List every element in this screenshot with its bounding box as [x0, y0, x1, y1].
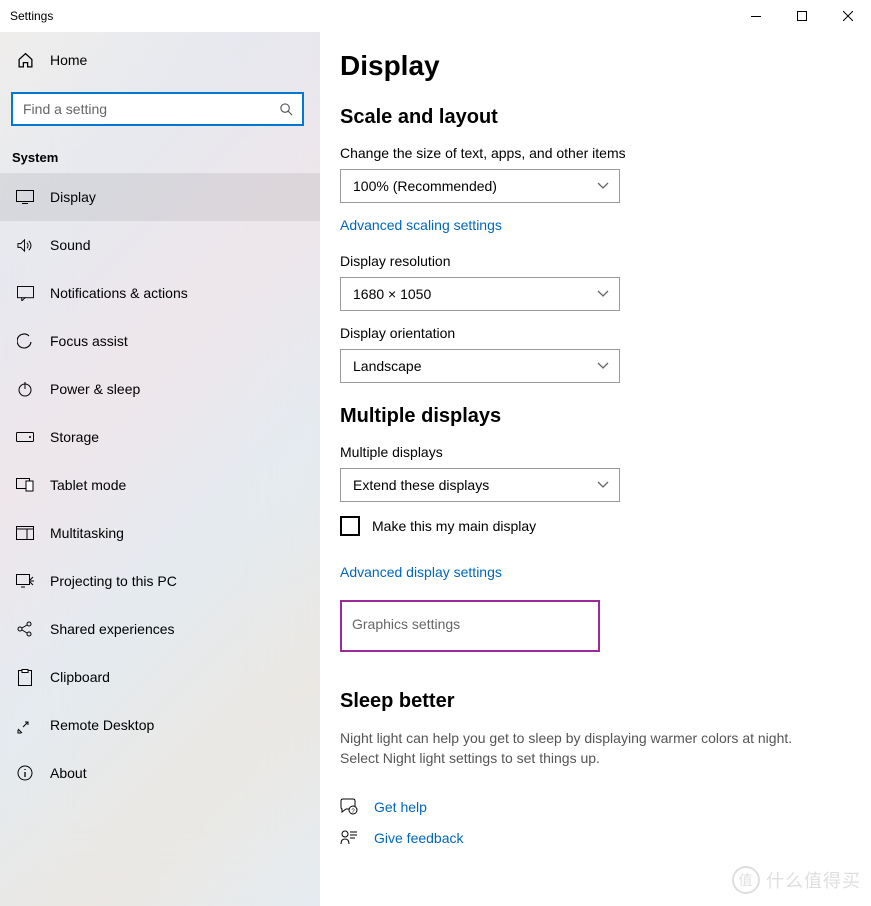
nav-multitasking[interactable]: Multitasking: [0, 509, 320, 557]
window-title: Settings: [10, 9, 53, 23]
nav-tablet-mode[interactable]: Tablet mode: [0, 461, 320, 509]
notifications-icon: [16, 284, 34, 302]
scale-value: 100% (Recommended): [353, 178, 497, 194]
nav-shared-experiences[interactable]: Shared experiences: [0, 605, 320, 653]
main-display-label: Make this my main display: [372, 518, 536, 534]
search-icon: [279, 102, 294, 117]
give-feedback-link[interactable]: Give feedback: [374, 830, 464, 846]
graphics-settings-highlight[interactable]: Graphics settings: [340, 600, 600, 652]
scale-heading: Scale and layout: [340, 106, 871, 129]
orientation-value: Landscape: [353, 358, 422, 374]
nav-focus-assist[interactable]: Focus assist: [0, 317, 320, 365]
nav-power-sleep[interactable]: Power & sleep: [0, 365, 320, 413]
search-input[interactable]: [11, 92, 304, 126]
remote-desktop-icon: [16, 716, 34, 734]
orientation-dropdown[interactable]: Landscape: [340, 349, 620, 383]
sleep-heading: Sleep better: [340, 690, 871, 713]
home-button[interactable]: Home: [0, 40, 320, 80]
maximize-button[interactable]: [779, 0, 825, 32]
chevron-down-icon: [597, 362, 609, 370]
watermark-badge-icon: 值: [732, 866, 760, 894]
main-content: Display Scale and layout Change the size…: [320, 32, 871, 906]
sound-icon: [16, 236, 34, 254]
close-button[interactable]: [825, 0, 871, 32]
main-display-checkbox[interactable]: [340, 516, 360, 536]
sleep-body: Night light can help you get to sleep by…: [340, 729, 820, 768]
home-icon: [16, 52, 34, 69]
orientation-label: Display orientation: [340, 325, 871, 341]
nav-display[interactable]: Display: [0, 173, 320, 221]
nav-remote-desktop[interactable]: Remote Desktop: [0, 701, 320, 749]
multi-value: Extend these displays: [353, 477, 489, 493]
power-icon: [16, 380, 34, 398]
advanced-scaling-link[interactable]: Advanced scaling settings: [340, 217, 871, 233]
sidebar: Home System Display Sound Notifications …: [0, 32, 320, 906]
scale-dropdown[interactable]: 100% (Recommended): [340, 169, 620, 203]
advanced-display-link[interactable]: Advanced display settings: [340, 564, 871, 580]
category-header: System: [0, 140, 320, 173]
chevron-down-icon: [597, 481, 609, 489]
nav-about[interactable]: About: [0, 749, 320, 797]
page-title: Display: [340, 50, 871, 82]
get-help-icon: ?: [340, 798, 360, 816]
get-help-link[interactable]: Get help: [374, 799, 427, 815]
multi-heading: Multiple displays: [340, 405, 871, 428]
chevron-down-icon: [597, 290, 609, 298]
multi-label: Multiple displays: [340, 444, 871, 460]
titlebar: Settings: [0, 0, 871, 32]
nav-sound[interactable]: Sound: [0, 221, 320, 269]
window-controls: [733, 0, 871, 32]
focus-assist-icon: [16, 332, 34, 350]
about-icon: [16, 764, 34, 782]
shared-icon: [16, 620, 34, 638]
feedback-icon: [340, 830, 360, 846]
size-label: Change the size of text, apps, and other…: [340, 145, 871, 161]
chevron-down-icon: [597, 182, 609, 190]
nav-clipboard[interactable]: Clipboard: [0, 653, 320, 701]
graphics-settings-link[interactable]: Graphics settings: [352, 616, 460, 632]
search-field[interactable]: [23, 101, 263, 117]
home-label: Home: [50, 52, 87, 68]
display-icon: [16, 188, 34, 206]
clipboard-icon: [16, 668, 34, 686]
nav-notifications[interactable]: Notifications & actions: [0, 269, 320, 317]
resolution-value: 1680 × 1050: [353, 286, 431, 302]
multitasking-icon: [16, 524, 34, 542]
watermark: 值 什么值得买: [732, 866, 861, 894]
projecting-icon: [16, 572, 34, 590]
nav-projecting[interactable]: Projecting to this PC: [0, 557, 320, 605]
multi-dropdown[interactable]: Extend these displays: [340, 468, 620, 502]
tablet-icon: [16, 476, 34, 494]
nav-storage[interactable]: Storage: [0, 413, 320, 461]
resolution-label: Display resolution: [340, 253, 871, 269]
resolution-dropdown[interactable]: 1680 × 1050: [340, 277, 620, 311]
storage-icon: [16, 428, 34, 446]
minimize-button[interactable]: [733, 0, 779, 32]
